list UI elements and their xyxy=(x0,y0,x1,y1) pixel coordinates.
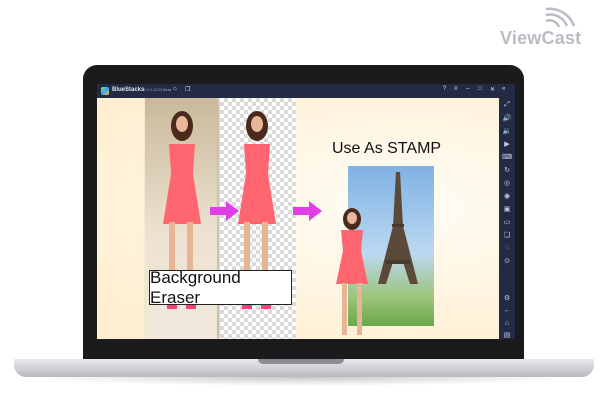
app-version: 5.0.0.1024 Beta xyxy=(143,87,172,92)
app-content: Background Eraser Use As STAMP xyxy=(97,98,499,339)
woman-figure-stamp xyxy=(336,208,368,335)
back-icon[interactable]: ← xyxy=(499,307,515,314)
maximize-icon[interactable]: □ xyxy=(478,86,482,92)
collapse-icon[interactable]: « xyxy=(502,86,505,92)
folder-icon[interactable]: ▭ xyxy=(499,218,515,226)
screenshot-icon[interactable]: ▣ xyxy=(499,205,515,213)
recent-apps-icon[interactable]: ▤ xyxy=(499,331,515,339)
video-icon[interactable]: ▶ xyxy=(499,140,515,148)
location-icon[interactable]: ⊙ xyxy=(499,257,515,265)
app-title: BlueStacks xyxy=(112,87,145,93)
right-sidebar: ⤢ 🔊 🔉 ▶ ⌨ ↻ ◎ ◉ ▣ ▭ ❏ ◌ ⊙ ⚙ ← ⌂ ▤ xyxy=(499,98,515,339)
home-icon[interactable]: ⌂ xyxy=(173,86,177,92)
expand-icon[interactable]: ⤢ xyxy=(499,101,515,109)
volume-up-icon[interactable]: 🔊 xyxy=(499,114,515,122)
help-icon[interactable]: ? xyxy=(443,86,446,92)
rotate-icon[interactable]: ↻ xyxy=(499,166,515,174)
keyboard-icon[interactable]: ⌨ xyxy=(499,153,515,161)
arrow-icon-2 xyxy=(293,201,322,221)
wifi-signal-icon xyxy=(545,7,576,28)
logo-text: ViewCast xyxy=(500,28,582,48)
emulator-screen: BlueStacks 5.0.0.1024 Beta ⌂ ❐ ? ≡ – □ ✕… xyxy=(97,84,515,339)
eco-icon[interactable]: ◌ xyxy=(499,244,515,251)
volume-down-icon[interactable]: 🔉 xyxy=(499,127,515,135)
home-nav-icon[interactable]: ⌂ xyxy=(499,320,515,327)
close-icon[interactable]: ✕ xyxy=(490,86,495,93)
multi-instance-icon[interactable]: ❐ xyxy=(185,86,190,93)
arrow-icon-1 xyxy=(210,201,239,221)
viewcast-logo: ViewCast xyxy=(498,6,594,50)
laptop-notch xyxy=(258,359,344,364)
background-eraser-label: Background Eraser xyxy=(149,268,292,307)
camera-icon[interactable]: ◉ xyxy=(499,192,515,200)
menu-icon[interactable]: ≡ xyxy=(454,86,458,92)
copy-icon[interactable]: ❏ xyxy=(499,231,515,239)
settings-icon[interactable]: ⚙ xyxy=(499,294,515,302)
gamepad-icon[interactable]: ◎ xyxy=(499,179,515,187)
bluestacks-logo-icon xyxy=(101,87,109,95)
minimize-icon[interactable]: – xyxy=(466,86,469,92)
title-bar: BlueStacks 5.0.0.1024 Beta ⌂ ❐ ? ≡ – □ ✕… xyxy=(97,84,515,98)
use-as-stamp-label: Use As STAMP xyxy=(332,140,442,157)
